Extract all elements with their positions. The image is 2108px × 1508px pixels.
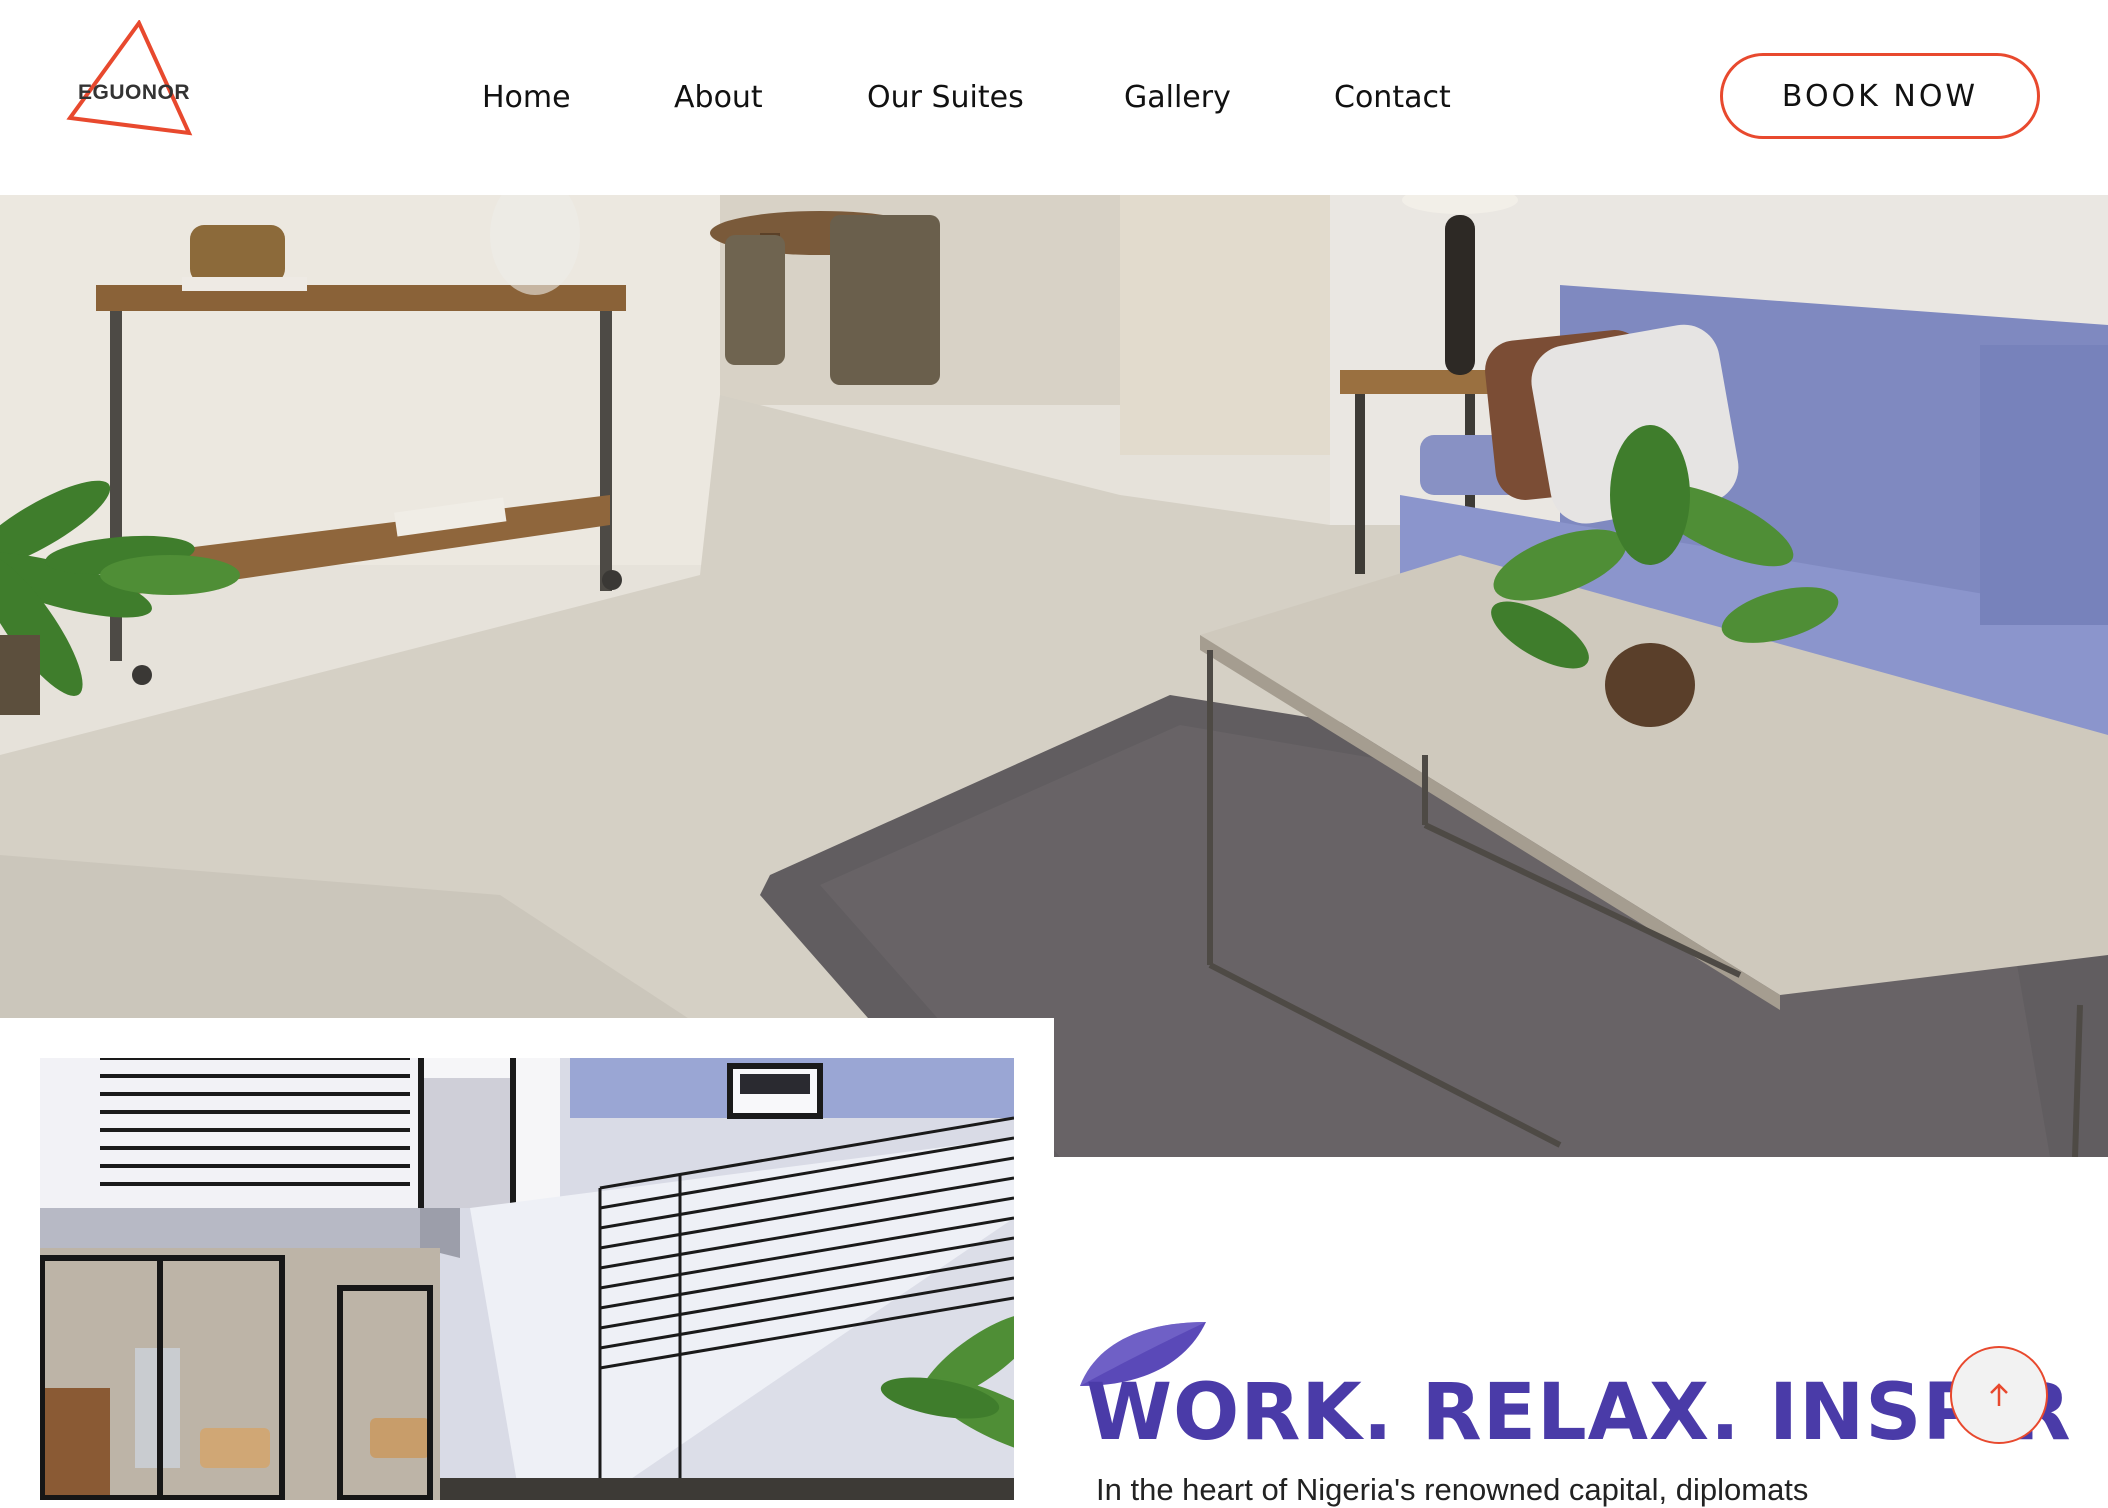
- nav-our-suites[interactable]: Our Suites: [867, 74, 1024, 122]
- brand-logo[interactable]: EGUONOR: [66, 20, 196, 138]
- scroll-to-top-button[interactable]: [1950, 1346, 2048, 1444]
- nav-about[interactable]: About: [674, 74, 763, 122]
- site-header: EGUONOR Home About Our Suites Gallery Co…: [0, 0, 2108, 195]
- arrow-up-icon: [1990, 1383, 2008, 1406]
- house-courtyard-image: [40, 1058, 1014, 1500]
- nav-contact[interactable]: Contact: [1334, 74, 1451, 122]
- nav-home[interactable]: Home: [482, 74, 571, 122]
- feature-intro-text: In the heart of Nigeria's renowned capit…: [1096, 1472, 1809, 1507]
- brand-name: EGUONOR: [78, 81, 191, 104]
- triangle-icon: [66, 20, 193, 136]
- nav-gallery[interactable]: Gallery: [1124, 74, 1231, 122]
- hero-image: [0, 195, 2108, 1157]
- feature-headline: WORK. RELAX. INSPIR: [1086, 1368, 2072, 1458]
- book-now-button[interactable]: BOOK NOW: [1720, 53, 2040, 139]
